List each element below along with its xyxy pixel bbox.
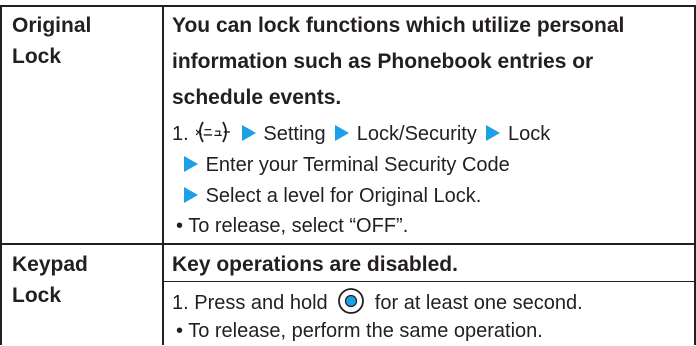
step-line-2: Enter your Terminal Security Code [184, 151, 510, 180]
description-divider [163, 281, 695, 282]
column-divider [162, 5, 164, 345]
step-number: 1. [172, 123, 189, 145]
description-line: information such as Phonebook entries or [172, 50, 594, 73]
title-line: Lock [12, 284, 62, 307]
row-divider [0, 243, 696, 245]
table-top-border [0, 5, 696, 7]
lock-settings-table: Original Lock You can lock functions whi… [0, 0, 696, 345]
step-line-3: Select a level for Original Lock. [184, 182, 481, 211]
arrow-icon [184, 187, 198, 203]
arrow-icon [486, 125, 501, 141]
path-item: Lock [507, 123, 551, 145]
release-note: • To release, select “OFF”. [176, 215, 409, 237]
description-line: schedule events. [172, 86, 342, 109]
arrow-icon [335, 125, 350, 141]
arrow-icon [184, 156, 198, 172]
step-text: Enter your Terminal Security Code [205, 154, 510, 176]
description-line: Key operations are disabled. [172, 253, 458, 276]
description-line: You can lock functions which utilize per… [172, 14, 625, 37]
title-line: Original [12, 14, 92, 37]
menu-key-icon: メニュー [193, 120, 233, 153]
step-text: Select a level for Original Lock. [205, 185, 482, 207]
step-text: for at least one second. [374, 292, 583, 314]
table-left-border [0, 5, 2, 345]
step-number: 1. [172, 292, 189, 314]
step-line-1: 1. メニュー Setting Lock/Security Lock [172, 120, 550, 153]
path-item: Lock/Security [356, 123, 477, 145]
arrow-icon [241, 125, 256, 141]
menu-key-label: メニュー [196, 127, 230, 139]
step-text: Press and hold [194, 292, 328, 314]
release-note: • To release, perform the same operation… [176, 320, 543, 342]
path-item: Setting [263, 123, 326, 145]
title-line: Lock [12, 45, 62, 68]
title-line: Keypad [12, 253, 88, 276]
